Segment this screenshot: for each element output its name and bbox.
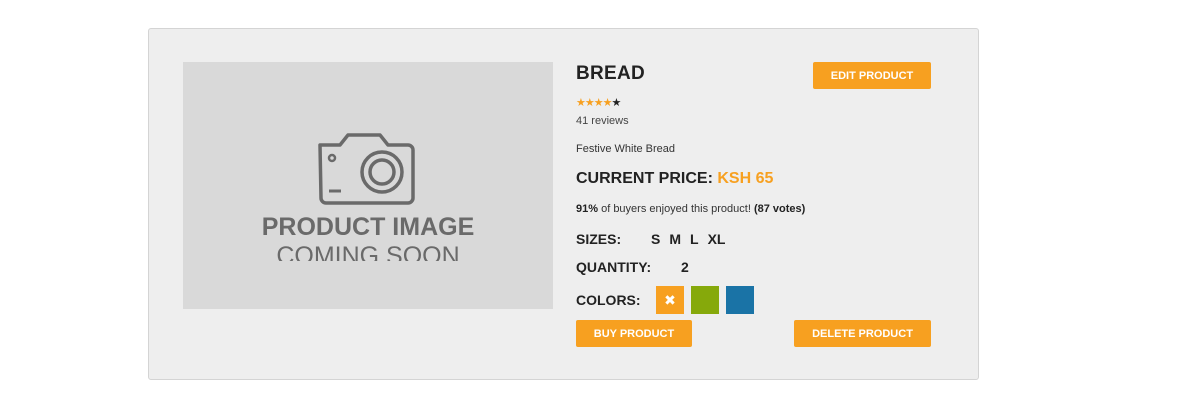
product-description: Festive White Bread	[576, 143, 676, 155]
colors-row: COLORS: ✖	[576, 286, 761, 314]
sizes-row: SIZES: S M L XL	[576, 231, 734, 247]
product-image-placeholder: PRODUCT IMAGE COMING SOON	[183, 62, 553, 309]
star-rating: ★★★★★	[576, 97, 622, 109]
star-filled-icon: ★	[576, 97, 586, 109]
colors-label: COLORS:	[576, 292, 641, 308]
size-option-m[interactable]: M	[669, 231, 681, 247]
votes-percent: 91%	[576, 203, 599, 215]
price-row: CURRENT PRICE: KSH 65	[576, 170, 773, 188]
quantity-label: QUANTITY:	[576, 259, 652, 275]
size-option-xl[interactable]: XL	[708, 231, 726, 247]
product-details: BREAD EDIT PRODUCT ★★★★★ 41 reviews Fest…	[576, 29, 936, 379]
edit-product-button[interactable]: EDIT PRODUCT	[813, 62, 931, 89]
delete-product-button[interactable]: DELETE PRODUCT	[794, 320, 931, 347]
color-swatch-green[interactable]	[691, 286, 719, 314]
votes-count: (87 votes)	[753, 203, 806, 215]
camera-icon: PRODUCT IMAGE COMING SOON	[262, 132, 475, 261]
star-empty-icon: ★	[611, 97, 622, 109]
product-card: PRODUCT IMAGE COMING SOON BREAD EDIT PRO…	[148, 28, 979, 380]
reviews-count: 41 reviews	[576, 115, 629, 127]
size-option-l[interactable]: L	[690, 231, 699, 247]
votes-summary: 91% of buyers enjoyed this product! (87 …	[576, 203, 805, 215]
star-filled-icon: ★	[584, 97, 595, 109]
price-label: CURRENT PRICE:	[576, 170, 713, 187]
color-swatch-orange[interactable]: ✖	[656, 286, 684, 314]
quantity-value: 2	[681, 259, 689, 275]
sizes-label: SIZES:	[576, 231, 622, 247]
close-icon: ✖	[664, 291, 676, 308]
star-filled-icon: ★	[593, 97, 604, 109]
image-placeholder-line2: COMING SOON	[276, 242, 459, 261]
price-value: KSH 65	[717, 170, 774, 187]
votes-text: of buyers enjoyed this product!	[598, 203, 754, 215]
quantity-row: QUANTITY: 2	[576, 259, 689, 275]
product-title: BREAD	[576, 63, 646, 84]
buy-product-button[interactable]: BUY PRODUCT	[576, 320, 692, 347]
color-swatch-blue[interactable]	[726, 286, 754, 314]
image-placeholder-line1: PRODUCT IMAGE	[262, 213, 475, 241]
size-option-s[interactable]: S	[651, 231, 660, 247]
star-filled-icon: ★	[602, 97, 613, 109]
